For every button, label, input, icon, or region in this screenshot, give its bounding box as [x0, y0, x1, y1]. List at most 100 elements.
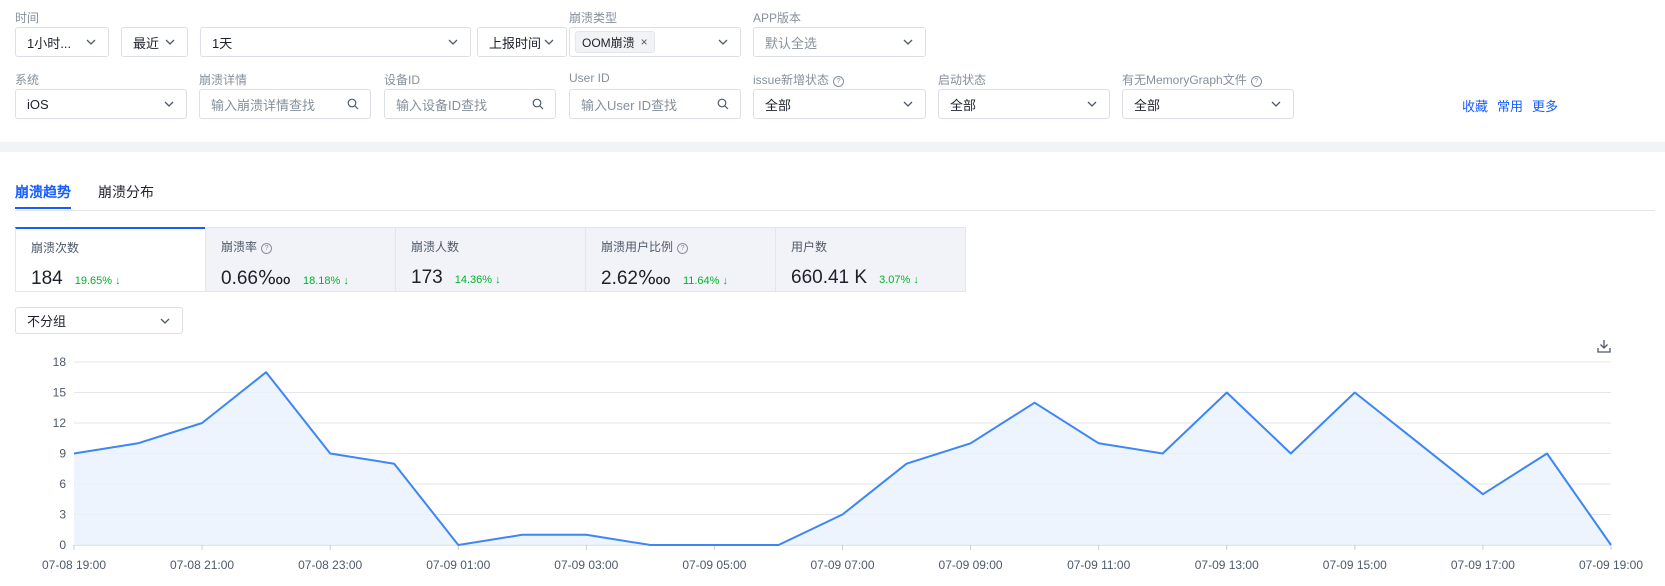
launch-status-select[interactable]: 全部	[938, 89, 1110, 119]
search-icon	[717, 98, 729, 110]
arrow-down-icon: ↓	[722, 275, 729, 287]
chevron-down-icon	[903, 39, 913, 45]
user-id-label: User ID	[569, 71, 610, 85]
device-id-input[interactable]: 输入设备ID查找	[384, 89, 556, 119]
metric-value: 173	[411, 267, 443, 288]
metric-value: 660.41 K	[791, 267, 868, 288]
arrow-down-icon: ↓	[495, 274, 501, 286]
chevron-down-icon	[86, 39, 96, 45]
favorite-link[interactable]: 收藏	[1462, 96, 1488, 115]
metric-change: 18.18% ↓	[302, 275, 349, 287]
x-tick-label: 07-08 23:00	[298, 558, 362, 572]
question-circle-icon[interactable]: ?	[261, 243, 273, 254]
search-icon	[532, 98, 544, 110]
chevron-down-icon	[903, 101, 913, 107]
time-range-select[interactable]: 最近	[121, 27, 188, 57]
group-select[interactable]: 不分组	[15, 307, 183, 334]
question-circle-icon[interactable]: ?	[833, 76, 845, 87]
issue-status-select[interactable]: 全部	[753, 89, 926, 119]
issue-status-label-wrap: issue新增状态?	[753, 71, 845, 88]
chevron-down-icon	[1271, 101, 1281, 107]
common-link[interactable]: 常用	[1497, 96, 1523, 115]
launch-status-value: 全部	[950, 97, 977, 113]
crash-detail-placeholder: 输入崩溃详情查找	[211, 97, 316, 113]
x-tick-label: 07-09 01:00	[426, 558, 490, 572]
user-id-input[interactable]: 输入User ID查找	[569, 89, 741, 119]
memory-graph-label: 有无MemoryGraph文件	[1122, 73, 1247, 87]
chevron-down-icon	[544, 39, 554, 45]
time-period-select[interactable]: 1天	[200, 27, 471, 57]
metric-card-crash-rate[interactable]: 崩溃率? 0.66‱ 18.18% ↓	[205, 227, 396, 292]
group-select-value: 不分组	[27, 314, 67, 329]
metric-change: 3.07% ↓	[879, 274, 919, 286]
system-value: iOS	[27, 96, 49, 112]
time-type-value: 上报时间	[489, 35, 542, 51]
tag-close-icon[interactable]: ×	[641, 35, 648, 49]
app-version-placeholder: 默认全选	[765, 35, 818, 51]
metric-card-crash-users[interactable]: 崩溃人数 173 14.36% ↓	[395, 227, 586, 292]
chevron-down-icon	[1087, 101, 1097, 107]
metric-card-crash-user-ratio[interactable]: 崩溃用户比例? 2.62‱ 11.64% ↓	[585, 227, 776, 292]
system-select[interactable]: iOS	[15, 89, 187, 119]
time-range-value: 最近	[133, 35, 160, 51]
x-tick-label: 07-08 21:00	[170, 558, 234, 572]
y-tick-label: 18	[53, 355, 67, 369]
y-tick-label: 6	[59, 477, 66, 491]
tab-crash-trend[interactable]: 崩溃趋势	[15, 182, 71, 202]
metric-value: 184	[31, 268, 63, 289]
time-granularity-select[interactable]: 1小时...	[15, 27, 109, 57]
issue-status-label: issue新增状态	[753, 73, 830, 87]
memory-graph-label-wrap: 有无MemoryGraph文件?	[1122, 71, 1262, 88]
x-tick-label: 07-09 17:00	[1451, 558, 1515, 572]
time-label: 时间	[15, 11, 40, 25]
metric-change: 14.36% ↓	[454, 274, 501, 286]
metric-change: 11.64% ↓	[682, 275, 729, 287]
tab-active-indicator	[15, 207, 71, 209]
memory-graph-select[interactable]: 全部	[1122, 89, 1294, 119]
x-tick-label: 07-09 05:00	[682, 558, 746, 572]
time-period-value: 1天	[212, 35, 233, 51]
metric-title: 崩溃用户比例	[601, 240, 674, 254]
arrow-down-icon: ↓	[343, 275, 349, 287]
chevron-down-icon	[165, 39, 175, 45]
y-tick-label: 9	[59, 447, 66, 461]
metric-card-user-count[interactable]: 用户数 660.41 K 3.07% ↓	[775, 227, 966, 292]
y-tick-label: 12	[53, 416, 67, 430]
question-circle-icon[interactable]: ?	[1250, 76, 1262, 87]
tabs-baseline	[15, 210, 1655, 211]
arrow-down-icon: ↓	[115, 275, 121, 287]
x-tick-label: 07-09 07:00	[810, 558, 874, 572]
issue-status-value: 全部	[765, 97, 792, 113]
metric-title: 用户数	[791, 240, 828, 254]
metric-change: 19.65% ↓	[74, 275, 121, 287]
x-tick-label: 07-09 03:00	[554, 558, 618, 572]
memory-graph-value: 全部	[1134, 97, 1161, 113]
y-tick-label: 15	[53, 386, 67, 400]
search-icon	[347, 98, 359, 110]
more-link[interactable]: 更多	[1532, 96, 1558, 115]
metric-title: 崩溃率	[221, 240, 258, 254]
x-tick-label: 07-08 19:00	[42, 558, 106, 572]
crash-trend-chart: 0 3 6 9 12 15 18 07-08 19:00 07-08 21:00 07-08 23…	[42, 355, 1643, 572]
crash-type-label: 崩溃类型	[569, 11, 618, 25]
device-id-placeholder: 输入设备ID查找	[396, 97, 488, 113]
app-version-select[interactable]: 默认全选	[753, 27, 926, 57]
crash-type-tag: OOM崩溃 ×	[575, 31, 655, 53]
question-circle-icon[interactable]: ?	[677, 243, 689, 254]
x-tick-label: 07-09 09:00	[939, 558, 1003, 572]
chevron-down-icon	[160, 318, 170, 324]
y-tick-label: 3	[59, 508, 66, 522]
device-id-label: 设备ID	[384, 73, 421, 87]
crash-detail-label: 崩溃详情	[199, 73, 248, 87]
crash-type-tag-label: OOM崩溃	[582, 35, 635, 50]
crash-detail-input[interactable]: 输入崩溃详情查找	[199, 89, 371, 119]
tab-crash-distribution[interactable]: 崩溃分布	[98, 182, 154, 202]
metric-card-crash-count[interactable]: 崩溃次数 184 19.65% ↓	[15, 227, 206, 292]
chevron-down-icon	[448, 39, 458, 45]
metric-title: 崩溃人数	[411, 240, 460, 254]
crash-type-select[interactable]: OOM崩溃 ×	[569, 27, 741, 57]
user-id-placeholder: 输入User ID查找	[581, 97, 678, 113]
metric-value: 2.62‱	[601, 268, 671, 289]
time-type-select[interactable]: 上报时间	[477, 27, 567, 57]
chevron-down-icon	[718, 39, 728, 45]
